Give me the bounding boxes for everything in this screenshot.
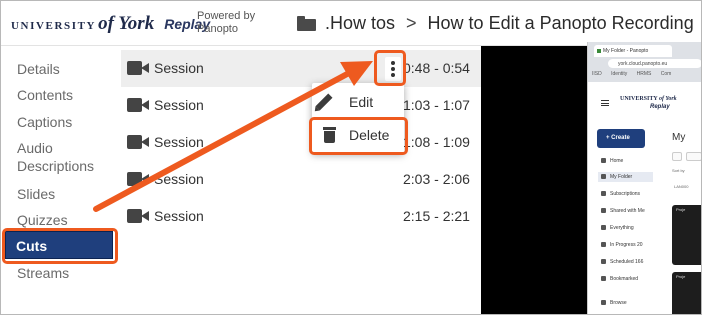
screenshot-root: UNIVERSITY of York Replay Powered by Pan… [0, 0, 702, 315]
preview-up-button[interactable] [672, 152, 682, 161]
preview-nav-label: My Folder [610, 174, 633, 180]
browse-icon [601, 300, 606, 305]
divider-panel [481, 46, 587, 314]
preview-thumbnail[interactable]: Proje [672, 272, 701, 314]
preview-thumbnail[interactable]: Proje [672, 205, 701, 265]
preview-nav-item[interactable]: Scheduled 166 [601, 259, 643, 265]
preview-nav-label: Everything [610, 225, 634, 231]
progress-icon [601, 242, 606, 247]
folder-icon [601, 174, 606, 179]
preview-logo-replay: Replay [650, 104, 670, 110]
preview-nav-count: 166 [635, 259, 644, 265]
browser-address-bar[interactable]: york.cloud.panopto.eu [608, 59, 701, 68]
preview-nav-label: Browse [610, 300, 627, 306]
preview-nav-item[interactable]: My Folder [598, 172, 653, 182]
preview-folder-label: LAN000 [674, 184, 689, 189]
bookmark-icon [601, 276, 606, 281]
scheduled-icon [601, 259, 606, 264]
preview-logo-text: UNIVERSITY of York [620, 96, 677, 102]
preview-nav-label: Bookmarked [610, 276, 639, 282]
browser-chrome: My Folder - Panopto york.cloud.panopto.e… [588, 42, 701, 82]
preview-nav-item[interactable]: Home [601, 158, 623, 164]
bookmark-item[interactable]: Com [661, 71, 672, 77]
preview-thumb-label: Proje [676, 207, 686, 212]
preview-nav-label: Home [610, 158, 624, 164]
preview-nav-item[interactable]: In Progress 20 [601, 242, 643, 248]
preview-nav-count: 20 [636, 242, 643, 248]
preview-panopto-app: UNIVERSITY of York Replay + Create My So… [588, 82, 701, 314]
preview-logo-university: UNIVERSITY [620, 96, 658, 102]
preview-nav-label: In Progress [610, 242, 636, 248]
browser-tab-title: My Folder - Panopto [603, 48, 649, 54]
browser-bookmarks-bar: IISD Identity HRMS Com [592, 71, 679, 77]
preview-browser-window: My Folder - Panopto york.cloud.panopto.e… [587, 42, 701, 314]
preview-heading: My [672, 132, 686, 143]
bookmark-item[interactable]: IISD [592, 71, 602, 77]
preview-nav-label: Scheduled [610, 259, 634, 265]
browser-tab[interactable]: My Folder - Panopto [594, 45, 672, 57]
preview-nav-item[interactable]: Subscriptions [601, 191, 640, 197]
preview-thumb-label: Proje [676, 274, 686, 279]
share-icon [601, 208, 606, 213]
bookmark-item[interactable]: HRMS [637, 71, 652, 77]
preview-nav-label: Subscriptions [610, 191, 641, 197]
home-icon [601, 158, 606, 163]
preview-nav-item[interactable]: Everything [601, 225, 634, 231]
subscriptions-icon [601, 191, 606, 196]
preview-refresh-button[interactable] [686, 152, 701, 161]
preview-nav-item[interactable]: Shared with Me [601, 208, 645, 214]
preview-create-button[interactable]: + Create [597, 129, 645, 148]
preview-logo-of-york: of York [658, 96, 677, 102]
tab-favicon-icon [597, 49, 601, 53]
preview-nav-label: Shared with Me [610, 208, 645, 214]
preview-sort-label: Sort by [672, 168, 685, 173]
preview-nav-item[interactable]: Bookmarked [601, 276, 638, 282]
bookmark-item[interactable]: Identity [611, 71, 627, 77]
preview-create-label: Create [611, 135, 630, 141]
preview-nav-item[interactable]: Browse [601, 300, 627, 306]
everything-icon [601, 225, 606, 230]
hamburger-icon[interactable] [601, 100, 609, 106]
